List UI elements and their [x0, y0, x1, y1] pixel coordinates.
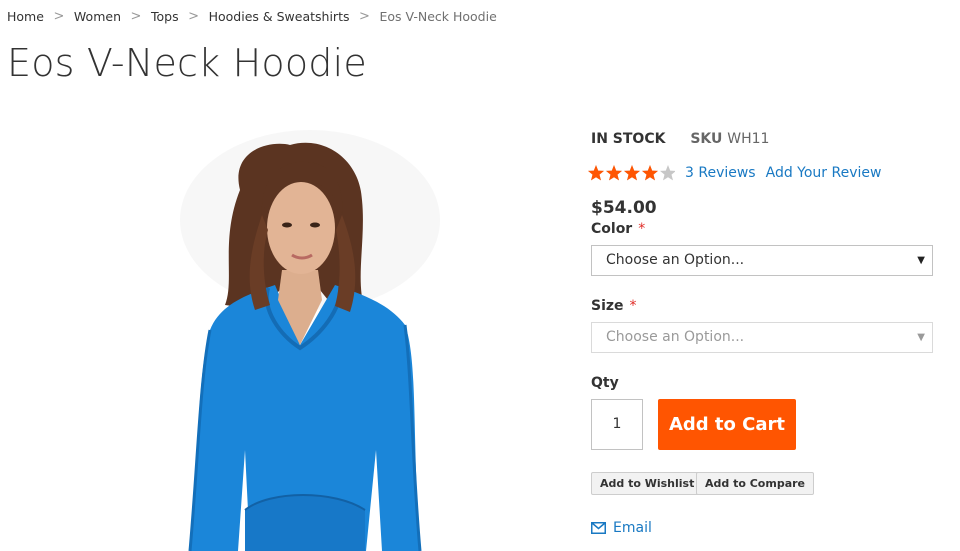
star-icon	[588, 165, 675, 181]
qty-input[interactable]: 1	[591, 399, 643, 450]
required-mark: *	[638, 221, 646, 237]
sku-value: WH11	[727, 131, 770, 147]
product-image[interactable]	[150, 120, 470, 551]
breadcrumb-separator-icon: >	[130, 9, 142, 24]
envelope-icon	[591, 522, 606, 534]
breadcrumb-hoodies-sweatshirts[interactable]: Hoodies & Sweatshirts	[209, 9, 350, 24]
rating-summary: 3 Reviews Add Your Review	[587, 164, 881, 182]
add-to-wishlist-button[interactable]: Add to Wishlist	[591, 472, 704, 495]
breadcrumb: Home > Women > Tops > Hoodies & Sweatshi…	[7, 9, 497, 24]
breadcrumb-separator-icon: >	[53, 9, 65, 24]
sku: SKU WH11	[690, 131, 769, 147]
size-select[interactable]: Choose an Option... ▼	[591, 322, 933, 353]
size-select-value: Choose an Option...	[606, 329, 745, 345]
breadcrumb-women[interactable]: Women	[74, 9, 121, 24]
breadcrumb-current: Eos V-Neck Hoodie	[379, 9, 497, 24]
add-to-compare-button[interactable]: Add to Compare	[696, 472, 815, 495]
color-label-text: Color	[591, 221, 633, 237]
color-select[interactable]: Choose an Option... ▼	[591, 245, 933, 276]
chevron-down-icon: ▼	[917, 332, 925, 343]
color-label: Color *	[591, 221, 645, 237]
breadcrumb-separator-icon: >	[188, 9, 200, 24]
required-mark: *	[629, 298, 637, 314]
page-title: Eos V-Neck Hoodie	[7, 41, 367, 85]
rating-stars	[587, 164, 675, 182]
sku-label: SKU	[690, 131, 723, 147]
breadcrumb-separator-icon: >	[359, 9, 370, 24]
add-review-link[interactable]: Add Your Review	[766, 165, 882, 181]
size-label-text: Size	[591, 298, 624, 314]
breadcrumb-tops[interactable]: Tops	[151, 9, 179, 24]
qty-label: Qty	[591, 375, 619, 391]
color-select-value: Choose an Option...	[606, 252, 745, 268]
breadcrumb-home[interactable]: Home	[7, 9, 44, 24]
email-link-label: Email	[613, 520, 652, 536]
stock-status: IN STOCK	[591, 131, 666, 147]
size-label: Size *	[591, 298, 637, 314]
stock-sku-row: IN STOCK SKU WH11	[591, 131, 769, 147]
product-price: $54.00	[591, 198, 657, 218]
reviews-link[interactable]: 3 Reviews	[685, 165, 756, 181]
chevron-down-icon: ▼	[917, 255, 925, 266]
add-to-cart-button[interactable]: Add to Cart	[658, 399, 796, 450]
email-link[interactable]: Email	[591, 520, 652, 536]
